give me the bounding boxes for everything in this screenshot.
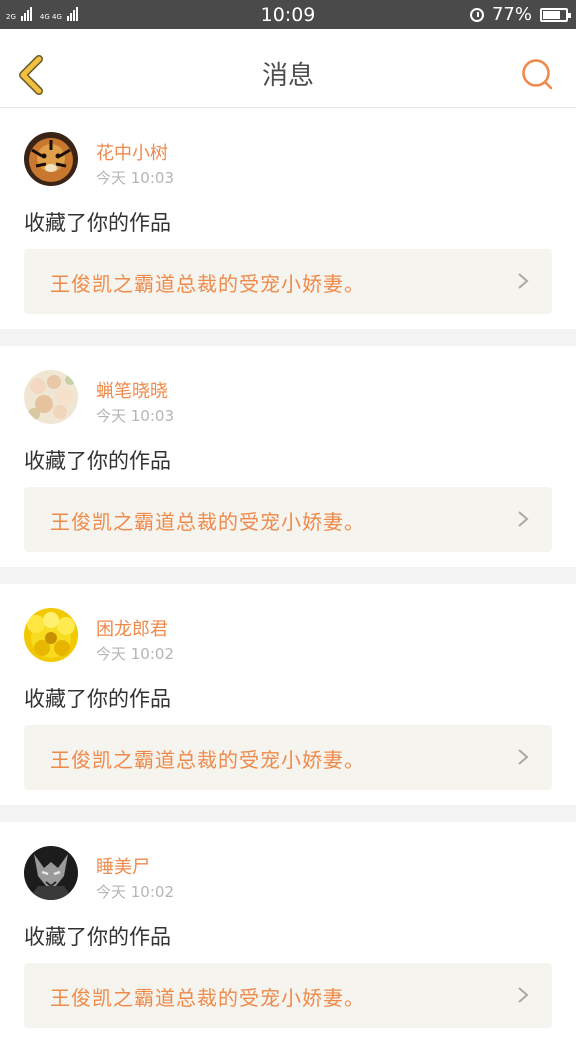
sunflower-avatar[interactable] (24, 608, 78, 662)
tiger-avatar[interactable] (24, 132, 78, 186)
action-text: 收藏了你的作品 (24, 925, 171, 949)
message-item: 花中小树 今天 10:03 收藏了你的作品 王俊凯之霸道总裁的受宠小娇妻。 (0, 108, 576, 329)
message-item: 蝋笔晓晓 今天 10:03 收藏了你的作品 王俊凯之霸道总裁的受宠小娇妻。 (0, 346, 576, 567)
battery-icon (540, 7, 571, 22)
chevron-right-icon (518, 749, 529, 765)
username[interactable]: 花中小树 (96, 139, 168, 165)
chevron-right-icon (518, 273, 529, 289)
message-list: 花中小树 今天 10:03 收藏了你的作品 王俊凯之霸道总裁的受宠小娇妻。 蝋笔… (0, 108, 576, 1043)
alarm-icon (469, 7, 484, 22)
work-title: 王俊凯之霸道总裁的受宠小娇妻。 (50, 748, 365, 772)
username[interactable]: 睡美尸 (96, 853, 150, 879)
flowers-avatar[interactable] (24, 370, 78, 424)
nav-bar: 消息 (0, 29, 576, 108)
work-card[interactable]: 王俊凯之霸道总裁的受宠小娇妻。 (24, 725, 552, 790)
message-item: 睡美尸 今天 10:02 收藏了你的作品 王俊凯之霸道总裁的受宠小娇妻。 (0, 822, 576, 1043)
message-time: 今天 10:03 (96, 169, 174, 187)
username[interactable]: 蝋笔晓晓 (96, 377, 168, 403)
divider (0, 805, 576, 822)
dark-figure-avatar[interactable] (24, 846, 78, 900)
page-title: 消息 (261, 61, 314, 91)
username[interactable]: 困龙郎君 (96, 615, 168, 641)
chevron-right-icon (518, 987, 529, 1003)
work-card[interactable]: 王俊凯之霸道总裁的受宠小娇妻。 (24, 487, 552, 552)
action-text: 收藏了你的作品 (24, 449, 171, 473)
work-title: 王俊凯之霸道总裁的受宠小娇妻。 (50, 986, 365, 1010)
action-text: 收藏了你的作品 (24, 211, 171, 235)
message-time: 今天 10:03 (96, 407, 174, 425)
divider (0, 329, 576, 346)
divider (0, 567, 576, 584)
battery-percent: 77% (491, 4, 532, 25)
action-text: 收藏了你的作品 (24, 687, 171, 711)
work-title: 王俊凯之霸道总裁的受宠小娇妻。 (50, 510, 365, 534)
chevron-right-icon (518, 511, 529, 527)
work-card[interactable]: 王俊凯之霸道总裁的受宠小娇妻。 (24, 249, 552, 314)
message-item: 困龙郎君 今天 10:02 收藏了你的作品 王俊凯之霸道总裁的受宠小娇妻。 (0, 584, 576, 805)
work-title: 王俊凯之霸道总裁的受宠小娇妻。 (50, 272, 365, 296)
status-bar: 2G 4G 4G 10:09 77% (0, 0, 576, 29)
status-right: 77% (469, 4, 571, 25)
message-time: 今天 10:02 (96, 883, 174, 901)
search-icon[interactable] (520, 57, 554, 91)
work-card[interactable]: 王俊凯之霸道总裁的受宠小娇妻。 (24, 963, 552, 1028)
message-time: 今天 10:02 (96, 645, 174, 663)
